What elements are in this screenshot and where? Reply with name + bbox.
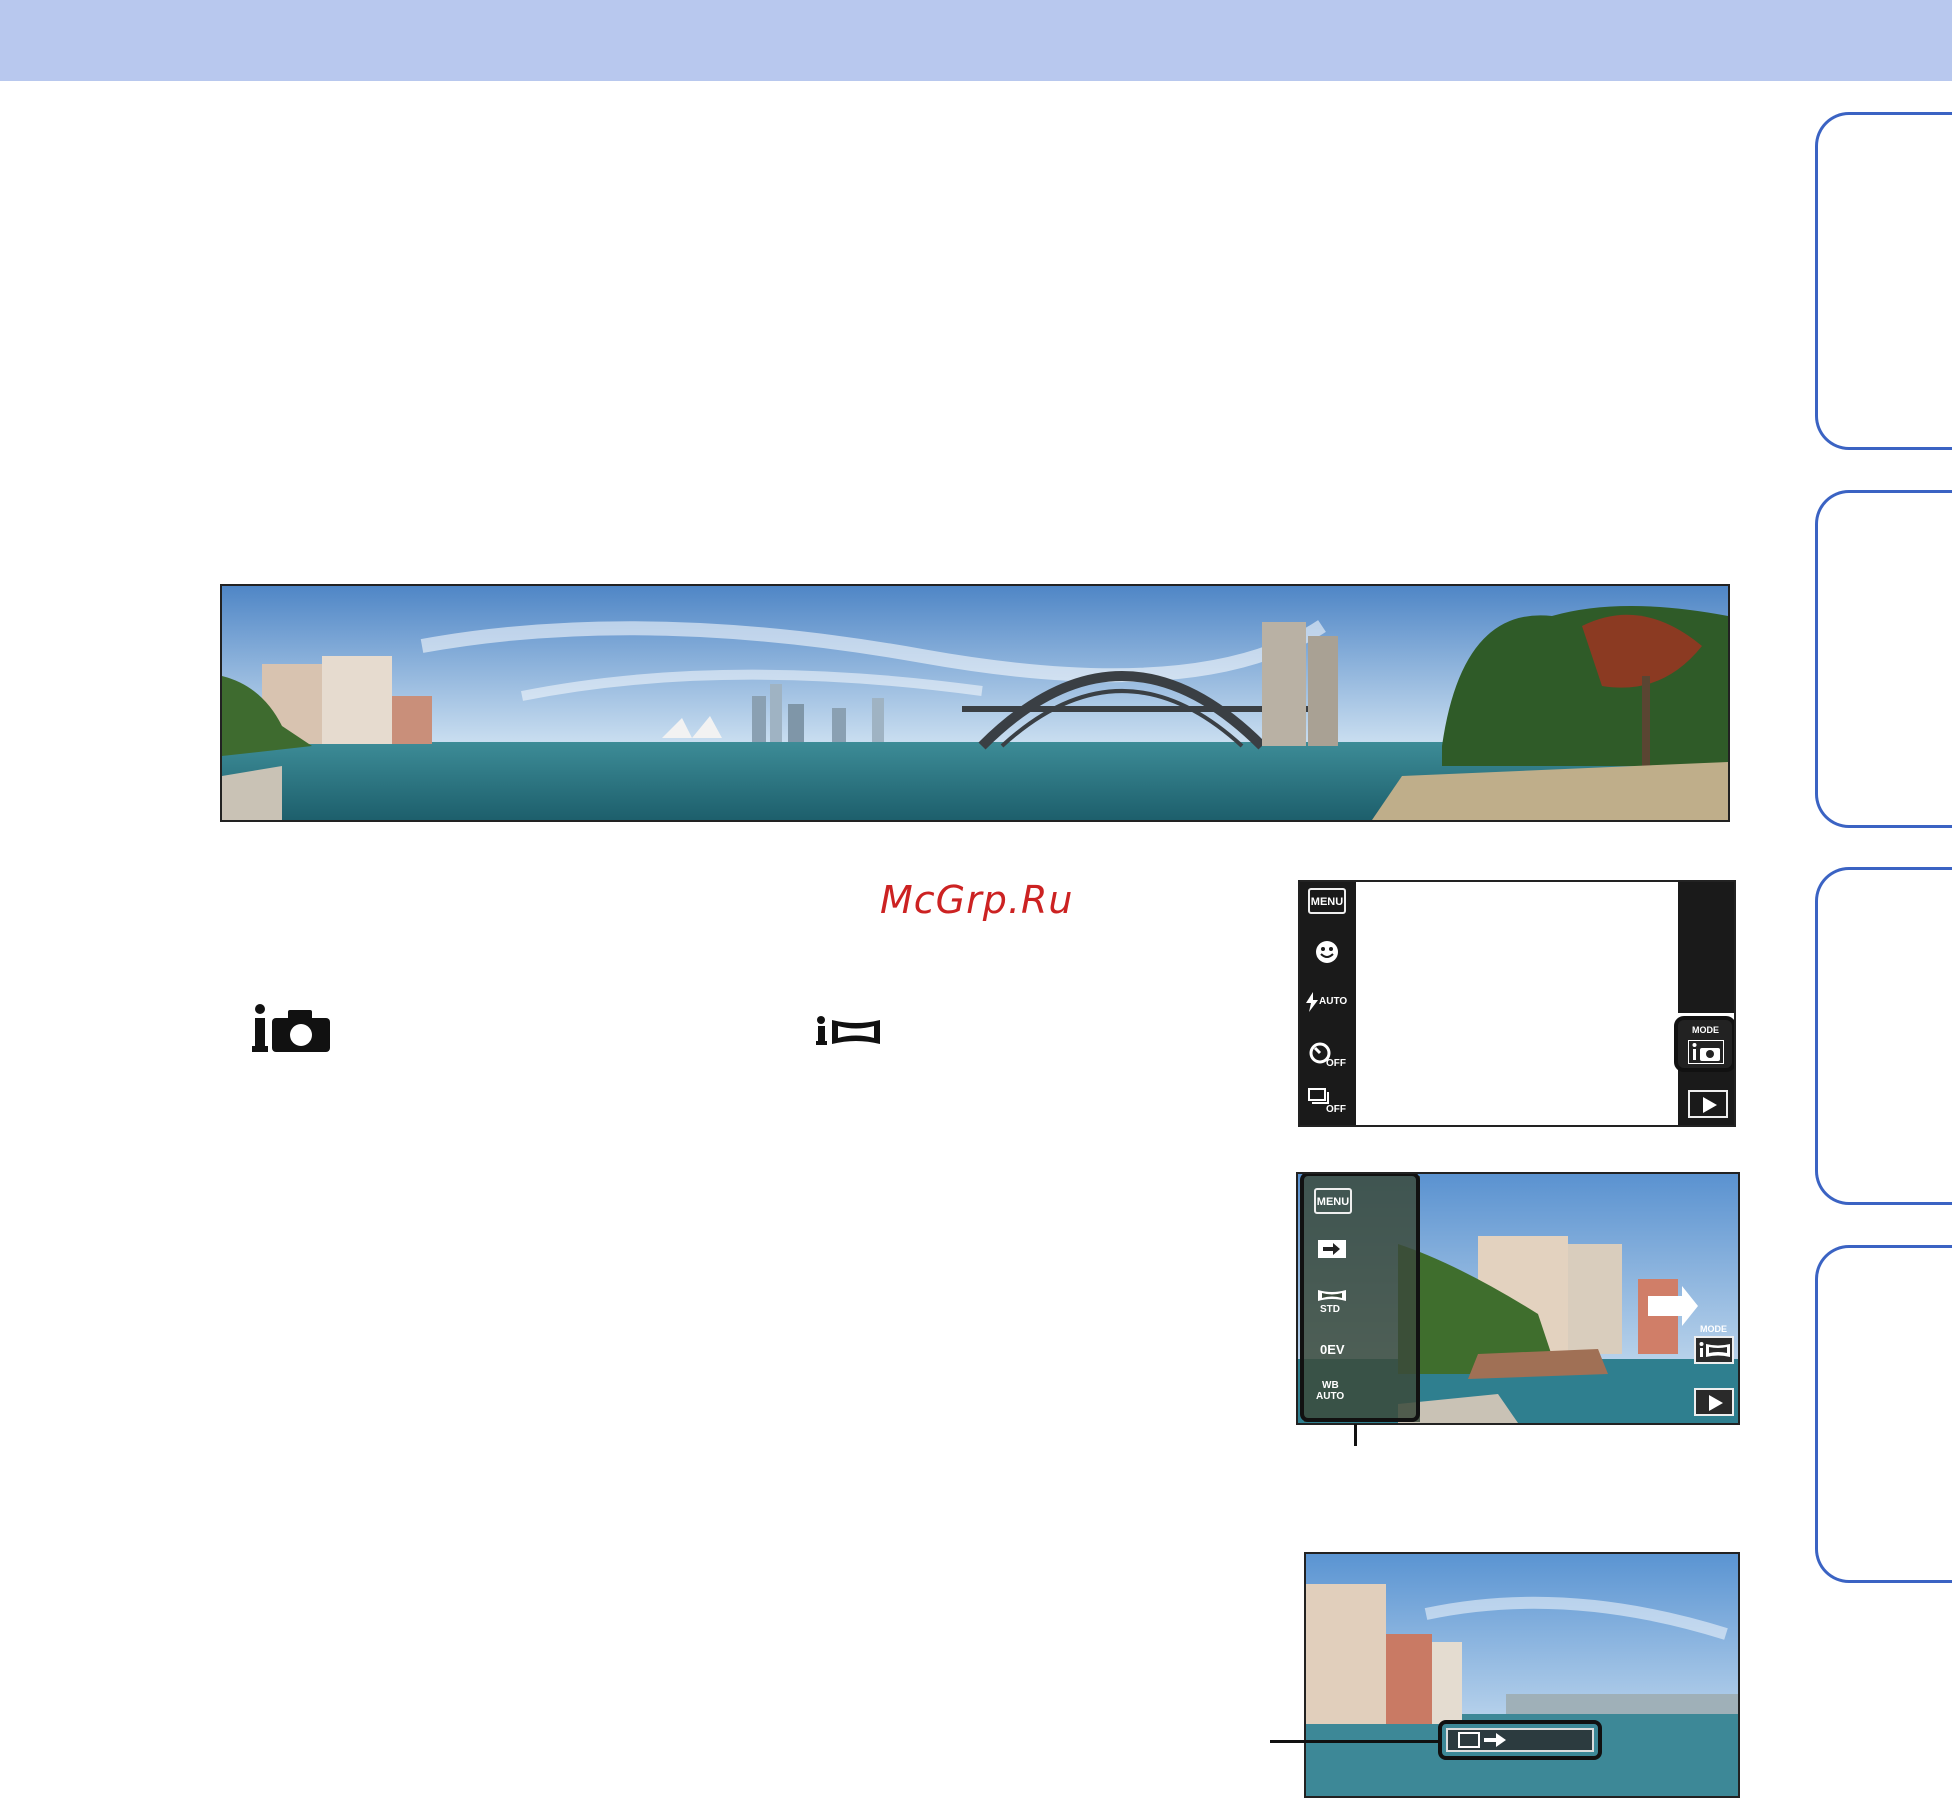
guide-arrow-icon <box>1484 1733 1506 1747</box>
sweep-panorama-icon <box>816 1016 880 1045</box>
mode-button[interactable] <box>1694 1336 1734 1364</box>
image-size-icon[interactable] <box>1318 1288 1346 1302</box>
side-tab-3[interactable] <box>1815 867 1952 1205</box>
burst-label: OFF <box>1326 1104 1346 1115</box>
mode-label: MODE <box>1700 1324 1727 1334</box>
mode-label: MODE <box>1692 1025 1719 1035</box>
menu-button[interactable]: MENU <box>1314 1188 1352 1214</box>
watermark: McGrp.Ru <box>880 878 1074 922</box>
right-control-bar <box>1678 882 1734 1125</box>
smile-shutter-icon[interactable] <box>1314 939 1340 965</box>
image-size-label: STD <box>1320 1304 1340 1315</box>
flash-mode-label: AUTO <box>1319 996 1348 1007</box>
playback-button[interactable] <box>1694 1388 1734 1416</box>
white-balance-sub-label: AUTO <box>1316 1391 1345 1402</box>
intelligent-auto-icon <box>252 1004 330 1052</box>
playback-button[interactable] <box>1688 1090 1728 1118</box>
side-tab-2[interactable] <box>1815 490 1952 828</box>
exposure-label[interactable]: 0EV <box>1320 1342 1345 1357</box>
side-tab-4[interactable] <box>1815 1245 1952 1583</box>
shooting-direction-icon[interactable] <box>1318 1240 1346 1258</box>
white-balance-label[interactable]: WB <box>1322 1380 1339 1391</box>
panel-callout-line <box>1354 1424 1357 1446</box>
panorama-photo <box>220 584 1730 822</box>
side-tab-1[interactable] <box>1815 112 1952 450</box>
sweep-panorama-mode-icon <box>1699 1342 1730 1357</box>
left-control-bar: MENU AUTO OFF OFF <box>1300 882 1356 1125</box>
camera-screen-shooting-guide <box>1304 1552 1740 1798</box>
mode-button[interactable]: MODE <box>1674 1016 1734 1072</box>
self-timer-label: OFF <box>1326 1058 1346 1069</box>
intelligent-auto-mode-icon <box>1688 1040 1724 1064</box>
camera-screen-sweep-panorama: MENU STD 0EV WB AUTO MODE <box>1296 1172 1740 1425</box>
header-band <box>0 0 1952 81</box>
shooting-guide-bar <box>1446 1728 1594 1752</box>
guide-frame-marker <box>1458 1732 1480 1748</box>
menu-button[interactable]: MENU <box>1308 888 1346 914</box>
camera-screen-intelligent-auto: MENU AUTO OFF OFF MODE <box>1298 880 1736 1127</box>
flash-icon[interactable] <box>1306 992 1318 1012</box>
guide-callout-line <box>1270 1740 1440 1743</box>
